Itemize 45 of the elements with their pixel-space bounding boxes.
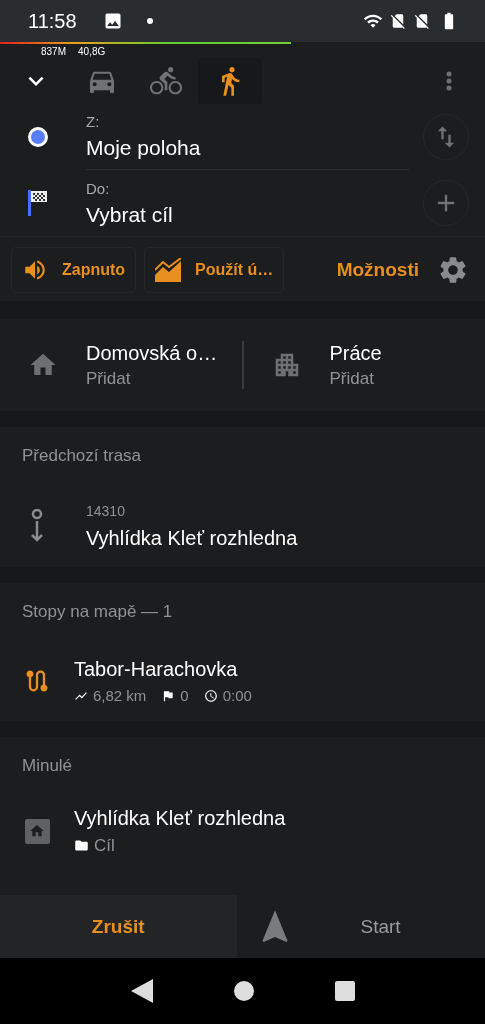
clock-icon	[203, 688, 218, 703]
elevation-button[interactable]: Použít ú…	[144, 247, 285, 293]
history-category: Cíl	[94, 835, 115, 856]
previous-route-item[interactable]: 14310 Vyhlídka Kleť rozhledna	[0, 485, 485, 567]
house-icon	[24, 818, 50, 844]
place-title: Práce	[329, 341, 382, 365]
elevation-chart-icon	[155, 258, 182, 282]
location-dot-icon	[28, 127, 48, 147]
section-header: Stopy na mapě — 1	[21, 601, 174, 623]
start-button[interactable]: Start	[236, 895, 485, 958]
route-title: Vyhlídka Kleť rozhledna	[86, 526, 298, 550]
destination-field[interactable]: Do: Vybrat cíl	[86, 170, 409, 236]
place-title: Domovská o…	[86, 341, 218, 365]
section-header: Předchozí trasa	[21, 445, 143, 467]
memory-used-label: 837M	[41, 45, 66, 57]
sound-toggle-button[interactable]: Zapnuto	[11, 247, 137, 293]
track-name: Tabor-Harachovka	[74, 658, 239, 681]
folder-icon	[74, 838, 89, 853]
route-number: 14310	[86, 502, 126, 519]
add-label: Přidat	[329, 368, 375, 389]
cancel-button[interactable]: Zrušit	[0, 895, 237, 958]
checkered-flag-icon	[28, 190, 48, 216]
track-distance: 6,82 km	[93, 687, 147, 704]
home-icon[interactable]	[233, 981, 254, 1001]
storage-free-label: 40,8G	[78, 45, 106, 57]
section-header: Minulé	[21, 755, 74, 777]
history-item[interactable]: Vyhlídka Kleť rozhledna Cíl	[0, 795, 485, 867]
favorite-place-item[interactable]: Práce Přidat	[243, 341, 485, 389]
track-points: 0	[180, 687, 189, 704]
options-link[interactable]: Možnosti	[336, 259, 419, 281]
track-item[interactable]: Tabor-Harachovka 6,82 km 0 0:00	[0, 641, 485, 721]
status-time: 11:58	[28, 9, 77, 33]
track-time: 0:00	[222, 687, 252, 704]
transport-mode-tab[interactable]	[198, 58, 262, 104]
history-title: Vyhlídka Kleť rozhledna	[74, 806, 286, 830]
recent-apps-icon[interactable]	[334, 981, 355, 1001]
route-start-end-icon	[30, 509, 44, 543]
add-label: Přidat	[86, 368, 132, 389]
notification-dot-icon	[146, 18, 153, 24]
start-point-field[interactable]: Z: Moje poloha	[86, 104, 409, 170]
flag-icon	[161, 688, 176, 703]
bicycle-icon	[150, 65, 182, 97]
back-icon[interactable]	[130, 979, 153, 1003]
more-vertical-icon	[446, 71, 452, 91]
favorite-place-item[interactable]: Domovská o… Přidat	[0, 341, 244, 389]
